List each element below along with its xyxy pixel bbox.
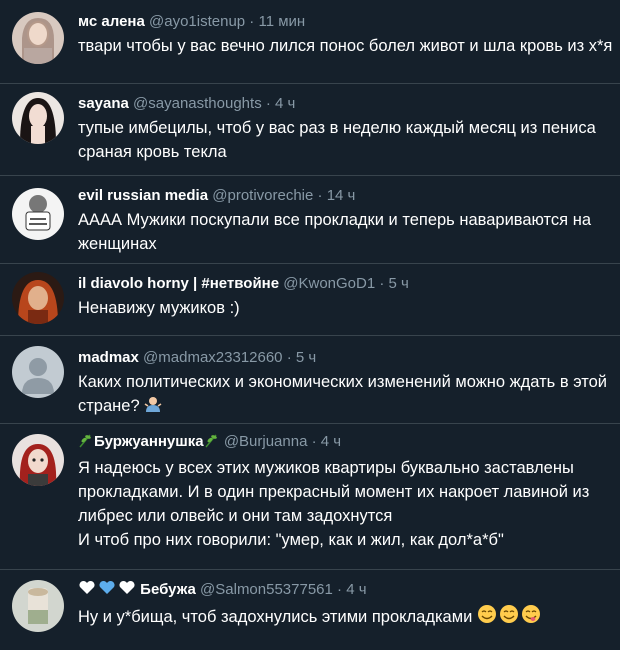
timestamp[interactable]: 4 ч [346, 581, 366, 598]
user-handle[interactable]: @Burjuanna [224, 433, 308, 450]
display-name[interactable]: madmax [78, 349, 139, 366]
user-handle[interactable]: @KwonGoD1 [283, 275, 375, 292]
timestamp[interactable]: 5 ч [296, 349, 316, 366]
avatar[interactable] [12, 434, 64, 486]
user-handle[interactable]: @ayo1istenup [149, 13, 245, 30]
separator: · [249, 13, 255, 30]
tweet-text: твари чтобы у вас вечно лился понос боле… [78, 37, 613, 55]
person-shrugging-icon [144, 395, 162, 420]
tweet[interactable]: Буржуаннушка @Burjuanna · 4 ч Я надеюсь … [0, 424, 620, 570]
tweet-text: Каких политических и экономических измен… [78, 370, 614, 420]
tweet-text: АААА Мужики поскупали все прокладки и те… [78, 211, 591, 253]
separator: · [337, 581, 343, 598]
avatar[interactable] [12, 272, 64, 324]
separator: · [265, 95, 271, 112]
tweet-header: мс алена @ayo1istenup · 11 мин [78, 12, 614, 32]
avatar[interactable] [12, 188, 64, 240]
user-handle[interactable]: @madmax23312660 [143, 349, 282, 366]
tweet-text: Я надеюсь у всех этих мужиков квартиры б… [78, 459, 590, 525]
timestamp[interactable]: 11 мин [258, 13, 305, 30]
avatar[interactable] [12, 346, 64, 398]
tweet-header: sayana @sayanasthoughts · 4 ч [78, 94, 614, 114]
tweet-text-body: Ну и у*бища, чтоб задохнулись этими прок… [78, 608, 473, 626]
separator: · [379, 275, 385, 292]
separator: · [286, 349, 292, 366]
separator: · [317, 187, 323, 204]
tweet[interactable]: sayana @sayanasthoughts · 4 ч тупые имбе… [0, 84, 620, 176]
tweet-text-line-2: И чтоб про них говорили: "умер, как и жи… [78, 531, 504, 549]
display-name[interactable]: sayana [78, 95, 129, 112]
user-handle[interactable]: @Salmon55377561 [200, 581, 333, 598]
user-handle[interactable]: @sayanasthoughts [133, 95, 262, 112]
timestamp[interactable]: 4 ч [275, 95, 295, 112]
avatar[interactable] [12, 12, 64, 64]
timestamp[interactable]: 14 ч [327, 187, 356, 204]
tweet-header: madmax @madmax23312660 · 5 ч [78, 348, 614, 368]
tweet-header: evil russian media @protivorechie · 14 ч [78, 186, 614, 206]
herb-icon [78, 432, 94, 454]
tweet-header: il diavolo horny | #нетвойне @KwonGoD1 ·… [78, 274, 614, 294]
timestamp[interactable]: 4 ч [321, 433, 341, 450]
display-name[interactable]: il diavolo horny | #нетвойне [78, 275, 279, 292]
timestamp[interactable]: 5 ч [389, 275, 409, 292]
display-name[interactable]: evil russian media [78, 187, 208, 204]
tweet[interactable]: мс алена @ayo1istenup · 11 мин твари что… [0, 0, 620, 84]
herb-icon [204, 432, 220, 454]
tweet[interactable]: Бебужа @Salmon55377561 · 4 ч Ну и у*бища… [0, 570, 620, 650]
user-handle[interactable]: @protivorechie [212, 187, 313, 204]
tweet-text: Ненавижу мужиков :) [78, 299, 240, 317]
avatar[interactable] [12, 92, 64, 144]
tweet[interactable]: madmax @madmax23312660 · 5 ч Каких полит… [0, 336, 620, 424]
separator: · [311, 433, 317, 450]
tweet[interactable]: il diavolo horny | #нетвойне @KwonGoD1 ·… [0, 264, 620, 336]
tweet-text: Ну и у*бища, чтоб задохнулись этими прок… [78, 604, 614, 631]
tweet-header: Бебужа @Salmon55377561 · 4 ч [78, 580, 614, 602]
display-name[interactable]: Бебужа [140, 581, 196, 598]
avatar[interactable] [12, 580, 64, 632]
tweet-header: Буржуаннушка @Burjuanna · 4 ч [78, 432, 614, 454]
display-name[interactable]: Буржуаннушка [94, 433, 204, 450]
hearts-icon [78, 580, 136, 602]
tweet-text: тупые имбецилы, чтоб у вас раз в неделю … [78, 119, 596, 161]
display-name[interactable]: мс алена [78, 13, 145, 30]
smiling-face-icon [477, 604, 543, 631]
tweet-feed: мс алена @ayo1istenup · 11 мин твари что… [0, 0, 620, 650]
tweet[interactable]: evil russian media @protivorechie · 14 ч… [0, 176, 620, 264]
